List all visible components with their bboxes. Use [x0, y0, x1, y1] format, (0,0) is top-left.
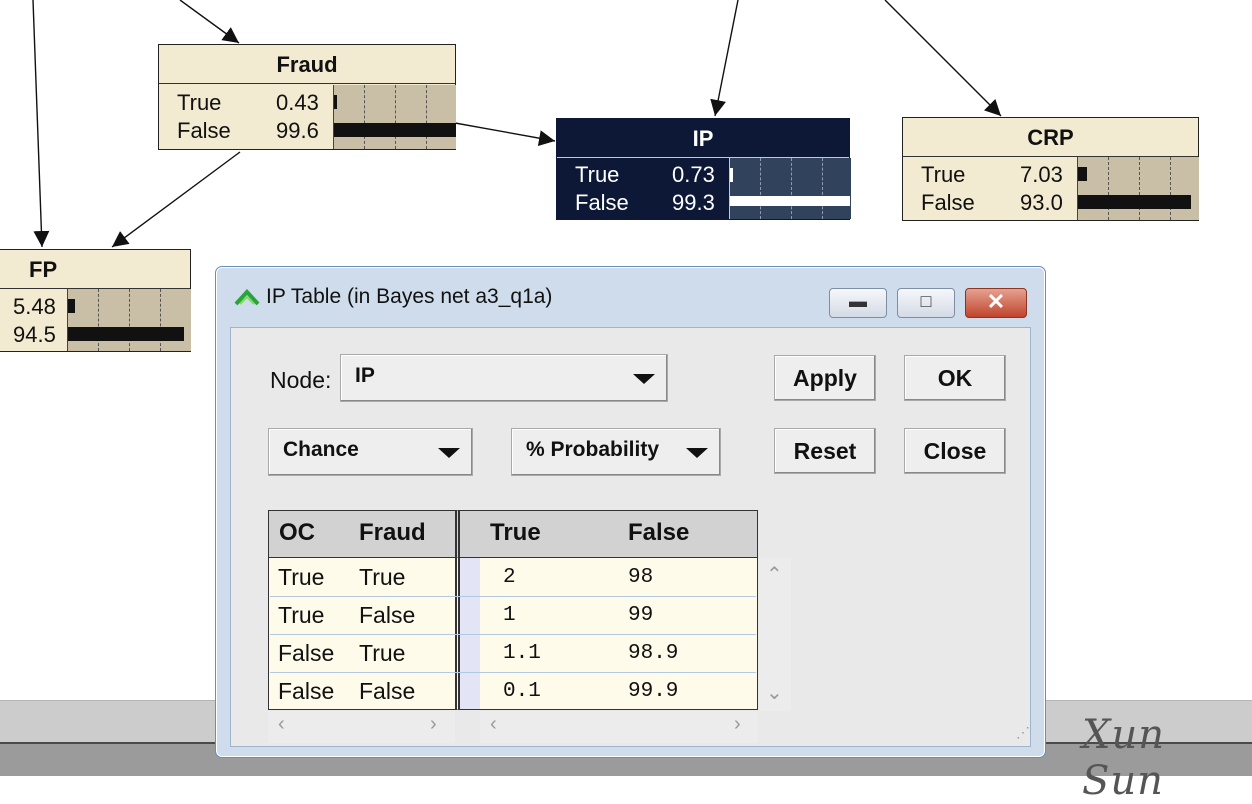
edge-to-fp-left	[32, 0, 50, 248]
cell-p-false[interactable]: 99.9	[628, 680, 678, 703]
belief-bar	[334, 123, 456, 137]
node-kind-value: Chance	[283, 438, 359, 461]
state-value: 94.5	[13, 322, 56, 347]
edge-fraud-ip	[454, 122, 556, 147]
node-fraud-title: Fraud	[159, 45, 455, 84]
cell-p-true[interactable]: 1.1	[503, 642, 541, 665]
belief-bar	[334, 95, 337, 109]
belief-bar	[68, 327, 184, 341]
belief-bars	[1077, 157, 1199, 220]
minimize-button[interactable]: ▬	[829, 288, 887, 318]
state-label: False	[575, 190, 629, 215]
close-button[interactable]: Close	[904, 428, 1006, 474]
edge-to-crp	[884, 0, 1002, 117]
cell-fraud: True	[359, 640, 406, 666]
maximize-icon: □	[920, 291, 932, 311]
scroll-left-icon[interactable]: ‹	[278, 713, 285, 736]
node-crp-title: CRP	[903, 118, 1198, 157]
chevron-down-icon	[633, 374, 655, 384]
cell-p-false[interactable]: 98.9	[628, 642, 678, 665]
close-icon: ✕	[986, 289, 1006, 314]
belief-bar	[1078, 167, 1087, 181]
belief-bar	[730, 168, 733, 182]
state-value: 0.43	[276, 90, 319, 115]
state-value: 99.6	[276, 118, 319, 143]
parents-header: OC Fraud	[268, 510, 456, 558]
node-select[interactable]: IP	[340, 354, 668, 402]
cell-fraud: False	[359, 678, 416, 704]
scroll-down-icon[interactable]: ⌄	[766, 680, 783, 705]
node-label: Node:	[270, 367, 332, 393]
node-fraud[interactable]: Fraud True 0.43 False 99.6	[158, 44, 456, 150]
edge-to-ip	[710, 0, 739, 117]
belief-bars	[67, 289, 191, 351]
ok-button[interactable]: OK	[904, 355, 1006, 401]
cell-p-false[interactable]: 99	[628, 604, 653, 627]
cell-p-false[interactable]: 98	[628, 566, 653, 589]
state-value: 99.3	[672, 190, 715, 215]
horizontal-scrollbar-parents[interactable]: ‹ ›	[268, 711, 455, 743]
state-label: False	[921, 190, 975, 215]
row-divider	[270, 596, 756, 597]
display-mode-select[interactable]: % Probability	[511, 428, 721, 476]
scroll-right-icon[interactable]: ›	[430, 713, 437, 736]
state-value: 5.48	[13, 294, 56, 319]
row-divider	[270, 672, 756, 673]
horizontal-scrollbar-states[interactable]: ‹ ›	[480, 711, 758, 743]
column-header-oc: OC	[279, 519, 315, 546]
belief-bar	[68, 299, 75, 313]
states-header: True False	[455, 510, 758, 558]
scroll-left-icon[interactable]: ‹	[490, 713, 497, 736]
state-label: True	[921, 162, 966, 187]
cell-p-true[interactable]: 0.1	[503, 680, 541, 703]
cell-fraud: False	[359, 602, 416, 628]
cell-p-true[interactable]: 1	[503, 604, 516, 627]
cell-p-true[interactable]: 2	[503, 566, 516, 589]
node-crp[interactable]: CRP True 7.03 False 93.0	[902, 117, 1199, 221]
node-fp[interactable]: FP 5.48 94.5	[0, 249, 191, 352]
state-value: 93.0	[1020, 190, 1063, 215]
scroll-up-icon[interactable]: ⌃	[766, 562, 783, 587]
vertical-scrollbar[interactable]: ⌃ ⌄	[759, 558, 791, 711]
belief-bars	[333, 85, 456, 149]
chevron-down-icon	[686, 448, 708, 458]
state-value: 7.03	[1020, 162, 1063, 187]
apply-button[interactable]: Apply	[774, 355, 876, 401]
column-header-fraud: Fraud	[359, 519, 426, 546]
node-ip[interactable]: IP True 0.73 False 99.3	[556, 118, 851, 220]
column-header-false: False	[628, 519, 690, 546]
resize-grip-icon[interactable]: ⋰	[1000, 712, 1030, 742]
column-header-true: True	[490, 519, 541, 546]
dialog-title: IP Table (in Bayes net a3_q1a)	[266, 285, 553, 308]
state-label: False	[177, 118, 231, 143]
minimize-icon: ▬	[849, 291, 867, 311]
chevron-down-icon	[438, 448, 460, 458]
node-ip-title: IP	[557, 119, 849, 158]
maximize-button[interactable]: □	[897, 288, 955, 318]
state-label: True	[177, 90, 222, 115]
node-fp-title: FP	[0, 250, 190, 289]
cell-fraud: True	[359, 564, 406, 590]
state-value: 0.73	[672, 162, 715, 187]
netica-app-icon	[234, 289, 260, 306]
node-kind-select[interactable]: Chance	[268, 428, 473, 476]
belief-bar	[1078, 195, 1191, 209]
belief-bars	[729, 158, 851, 219]
cell-oc: False	[278, 640, 335, 666]
cell-oc: True	[278, 602, 325, 628]
watermark: Xun Sun	[1082, 712, 1165, 804]
cell-oc: False	[278, 678, 335, 704]
reset-button[interactable]: Reset	[774, 428, 876, 474]
close-window-button[interactable]: ✕	[965, 288, 1027, 318]
belief-bar	[730, 196, 850, 206]
dialog-titlebar[interactable]: IP Table (in Bayes net a3_q1a)	[234, 279, 552, 315]
display-mode-value: % Probability	[526, 438, 660, 461]
cell-oc: True	[278, 564, 325, 590]
scroll-right-icon[interactable]: ›	[734, 713, 741, 736]
row-divider	[270, 634, 756, 635]
edge-fraud-fp	[111, 151, 241, 248]
edge-to-fraud	[179, 0, 240, 44]
state-label: True	[575, 162, 620, 187]
node-select-value: IP	[355, 364, 375, 387]
